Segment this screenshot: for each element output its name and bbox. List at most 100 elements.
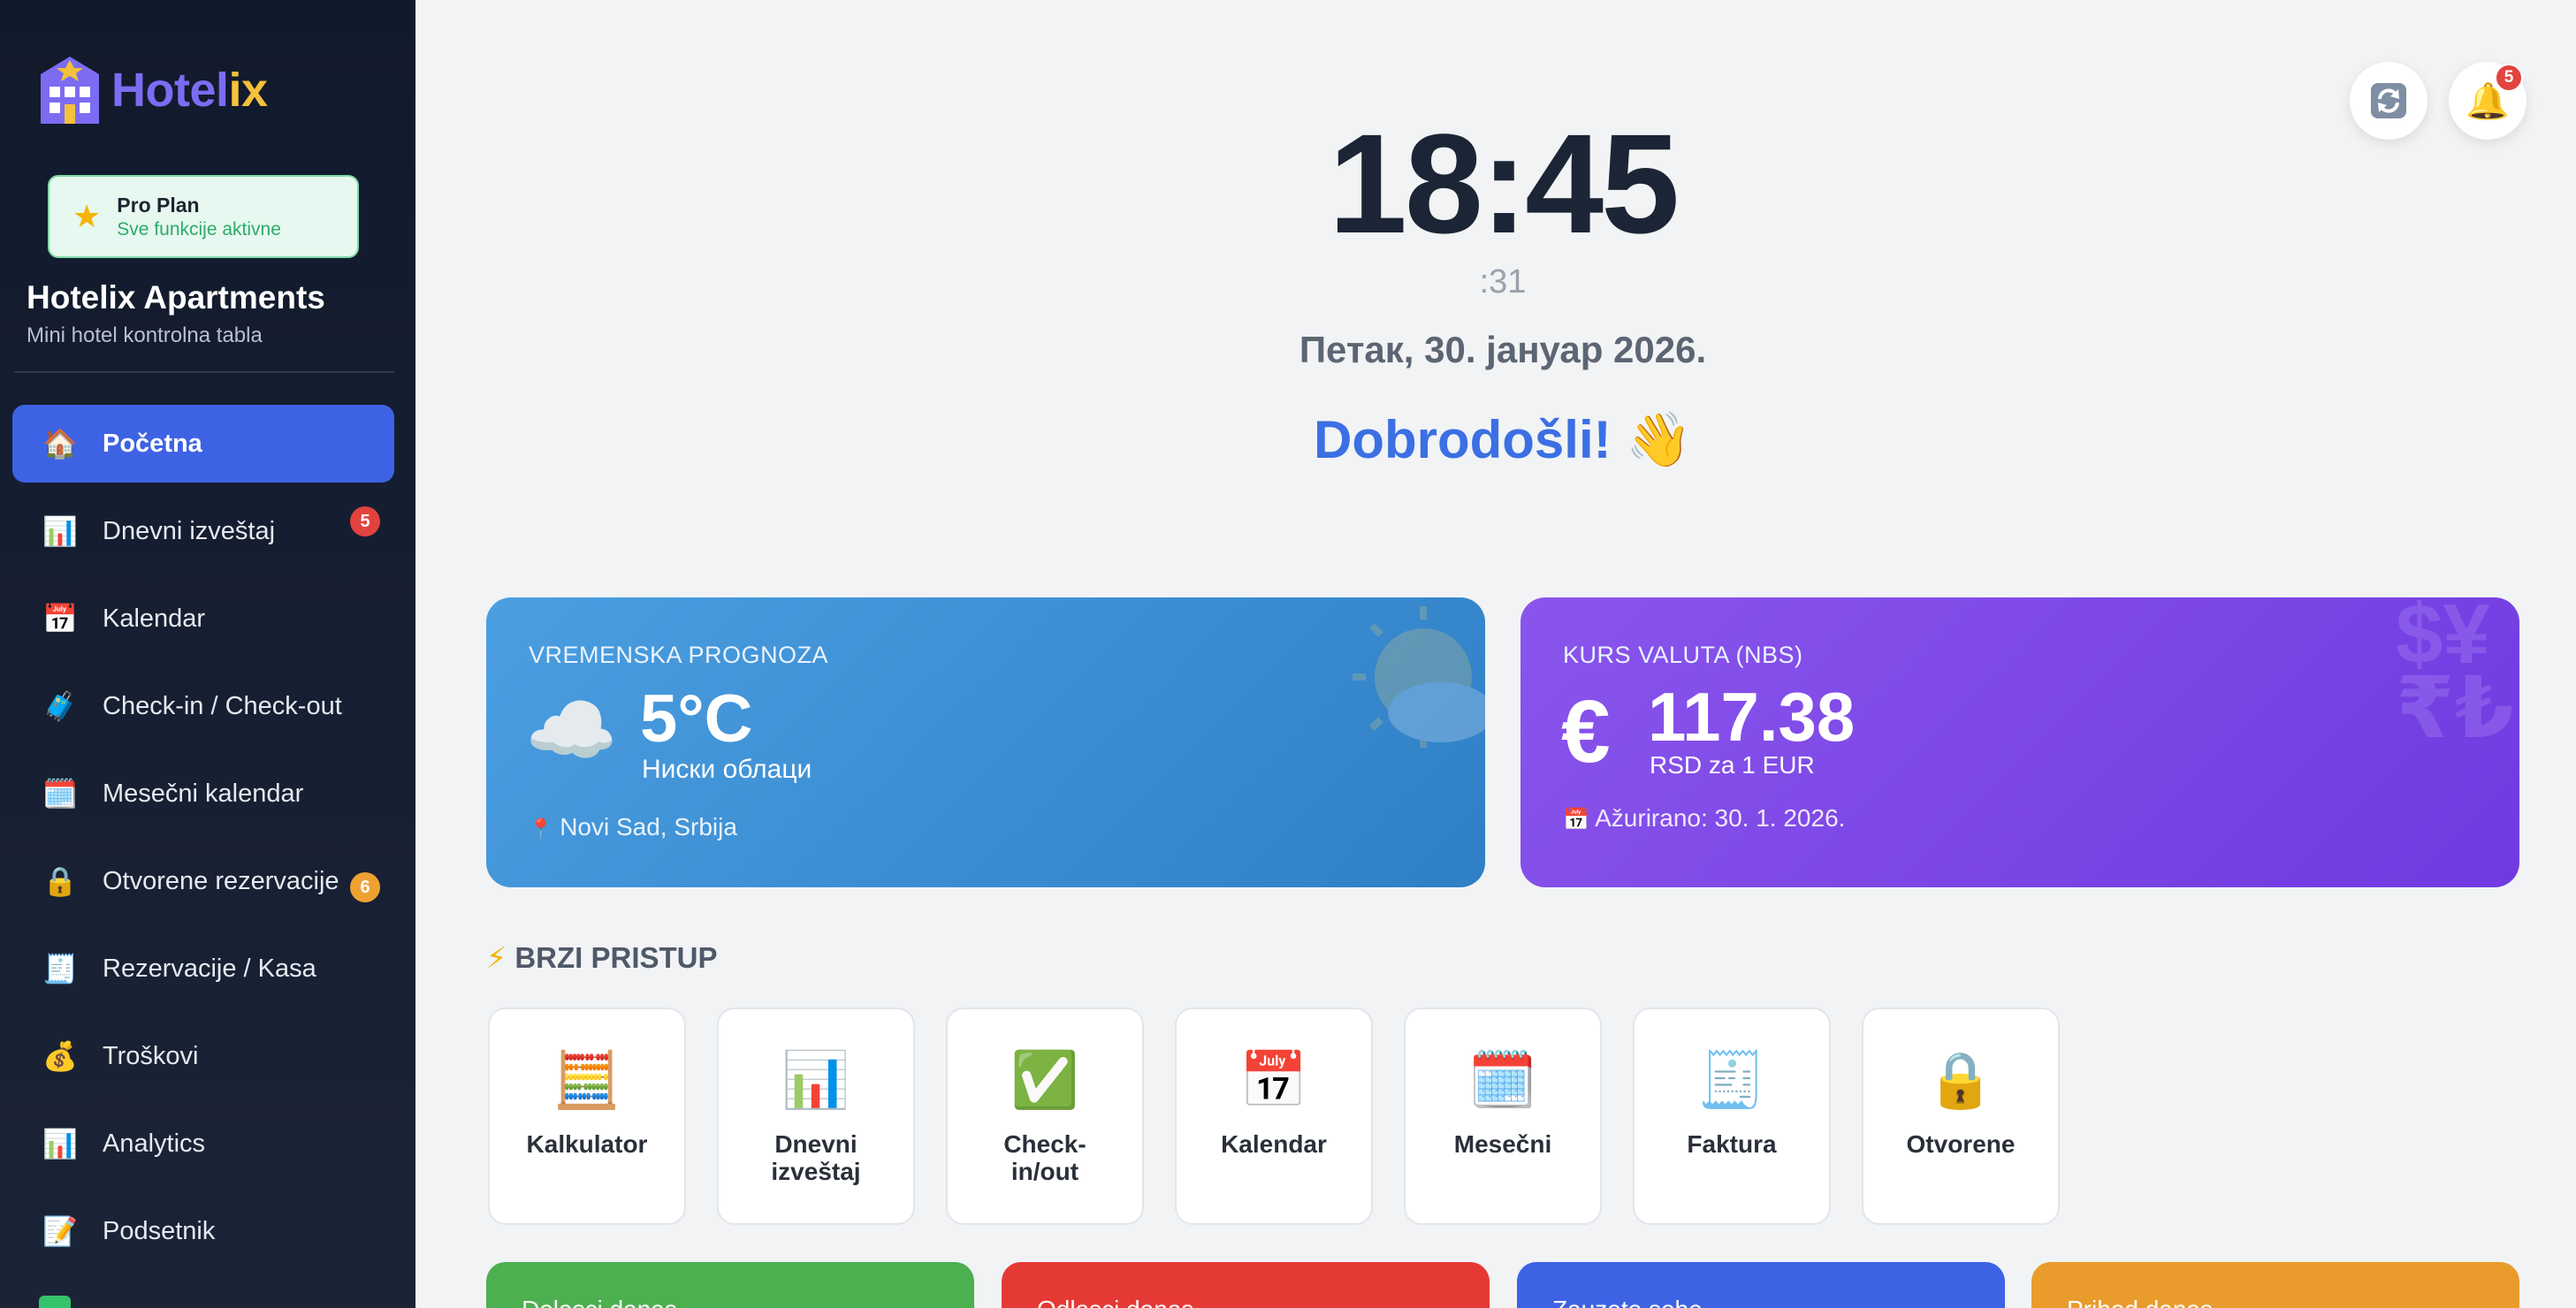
exchange-rate-unit: RSD za 1 EUR: [1650, 751, 1815, 779]
bar-chart-icon: 📊: [781, 1050, 850, 1111]
notifications-badge: 5: [2495, 64, 2523, 92]
refresh-button[interactable]: [2350, 62, 2427, 140]
sidebar-item-8[interactable]: 📊 Analytics: [12, 1105, 394, 1183]
stat-card-label: Zauzete sobe: [1552, 1296, 1703, 1308]
welcome-message: Dobrodošli! 👋: [1314, 410, 1692, 469]
bar-chart-icon: 📊: [42, 515, 78, 547]
plan-subtitle: Sve funkcije aktivne: [117, 218, 281, 240]
receipt-icon: 🧾: [1697, 1050, 1766, 1111]
clock-time: 18:45: [1328, 104, 1680, 262]
weather-condition: Ниски облаци: [642, 755, 812, 784]
stat-card-3[interactable]: Prihod danas: [2031, 1262, 2519, 1308]
logo[interactable]: Hotelix: [39, 55, 268, 125]
sidebar-item-label: Početna: [103, 429, 202, 458]
pro-plan-card[interactable]: ★ Pro Plan Sve funkcije aktivne: [48, 175, 359, 258]
sidebar-item-6[interactable]: 🧾 Rezervacije / Kasa: [12, 930, 394, 1008]
hotel-building-icon: [41, 57, 99, 124]
count-badge: 5: [350, 506, 380, 536]
calendar-icon: 📅: [1239, 1050, 1308, 1111]
sidebar-item-9[interactable]: 📝 Podsetnik: [12, 1192, 394, 1270]
sidebar-item-label: Dnevni izveštaj: [103, 516, 276, 545]
exchange-rate-value: 117.38: [1648, 678, 1856, 756]
stat-card-2[interactable]: Zauzete sobe: [1517, 1262, 2005, 1308]
spiral-calendar-icon: 🗓️: [1468, 1050, 1537, 1111]
weather-location: 📍 Novi Sad, Srbija: [529, 813, 737, 841]
quick-access-label: Otvorene: [1906, 1130, 2016, 1158]
plan-title: Pro Plan: [117, 193, 200, 217]
weather-label: VREMENSKA PROGNOZA: [529, 642, 829, 668]
refresh-icon: [2371, 83, 2406, 118]
sidebar-item-label: Kalendar: [103, 604, 206, 633]
quick-access-label: Check-in/out: [1003, 1130, 1086, 1185]
logo-text: Hotelix: [111, 63, 268, 118]
hotel-name: Hotelix Apartments: [27, 279, 325, 316]
euro-symbol: €: [1561, 682, 1611, 781]
quick-access-tile-5[interactable]: 🧾 Faktura: [1633, 1008, 1831, 1225]
analytics-icon: 📊: [42, 1128, 78, 1160]
stat-card-0[interactable]: Dolasci danas: [486, 1262, 974, 1308]
quick-access-label: Kalendar: [1221, 1130, 1327, 1158]
stat-card-1[interactable]: Odlasci danas: [1002, 1262, 1490, 1308]
lightning-icon: ⚡: [486, 941, 507, 974]
quick-access-tile-0[interactable]: 🧮 Kalkulator: [488, 1008, 686, 1225]
stat-card-label: Dolasci danas: [522, 1296, 677, 1308]
exchange-updated: 📅 Ažurirano: 30. 1. 2026.: [1563, 804, 1845, 833]
sidebar-item-label: Check-in / Check-out: [103, 691, 342, 720]
abacus-icon: 🧮: [553, 1050, 621, 1111]
sidebar-item-label: Troškovi: [103, 1041, 199, 1070]
sidebar-item-1[interactable]: 📊 Dnevni izveštaj 5: [12, 492, 394, 570]
home-icon: 🏠: [42, 428, 78, 460]
calendar-icon: 📅: [1563, 808, 1589, 832]
exchange-label: KURS VALUTA (NBS): [1563, 642, 1803, 668]
currency-decoration-icon: $¥ ₹₺: [2396, 597, 2514, 756]
check-mark-icon: ✅: [1010, 1050, 1079, 1111]
stat-card-label: Odlasci danas: [1037, 1296, 1193, 1308]
quick-access-label: Dnevni izveštaj: [771, 1130, 861, 1185]
quick-access-tile-3[interactable]: 📅 Kalendar: [1175, 1008, 1373, 1225]
sidebar-item-3[interactable]: 🧳 Check-in / Check-out: [12, 667, 394, 745]
sidebar-item-label: Mesečni kalendar: [103, 779, 304, 808]
sidebar-item-label: Podsetnik: [103, 1216, 216, 1245]
clock-seconds: :31: [1479, 263, 1527, 300]
sidebar-item-4[interactable]: 🗓️ Mesečni kalendar: [12, 755, 394, 833]
cloud-icon: ☁️: [525, 688, 618, 772]
lock-icon: 🔒: [1926, 1050, 1995, 1111]
sidebar: Hotelix ★ Pro Plan Sve funkcije aktivne …: [0, 0, 415, 1308]
clock-date: Петак, 30. јануар 2026.: [1299, 329, 1707, 370]
quick-access-tile-1[interactable]: 📊 Dnevni izveštaj: [717, 1008, 915, 1225]
quick-access-title: ⚡ BRZI PRISTUP: [486, 940, 718, 975]
quick-access-label: Mesečni: [1453, 1130, 1552, 1158]
temperature: 5°C: [640, 681, 753, 757]
logo-text-accent: ix: [228, 64, 269, 117]
updated-text: Ažurirano: 30. 1. 2026.: [1595, 804, 1846, 832]
pin-icon: 📍: [529, 818, 553, 840]
quick-access-tile-4[interactable]: 🗓️ Mesečni: [1404, 1008, 1602, 1225]
sidebar-item-0[interactable]: 🏠 Početna: [12, 405, 394, 483]
sidebar-item-2[interactable]: 📅 Kalendar: [12, 580, 394, 658]
quick-access-label: Kalkulator: [526, 1130, 648, 1158]
count-badge: 6: [350, 872, 380, 902]
receipt-icon: 🧾: [42, 953, 78, 985]
calendar-icon: 📅: [42, 603, 78, 635]
stat-card-label: Prihod danas: [2067, 1296, 2213, 1308]
sidebar-nav: 🏠 Početna 📊 Dnevni izveštaj 5 📅 Kalendar 🧳 Check…: [12, 405, 394, 1280]
sidebar-item-peek[interactable]: [39, 1296, 71, 1308]
sidebar-item-7[interactable]: 💰 Troškovi: [12, 1017, 394, 1095]
quick-access-title-text: BRZI PRISTUP: [514, 941, 718, 974]
luggage-icon: 🧳: [42, 690, 78, 722]
hotel-subtitle: Mini hotel kontrolna tabla: [27, 323, 263, 347]
lock-icon: 🔒: [42, 865, 78, 897]
notifications-button[interactable]: 🔔 5: [2449, 62, 2526, 140]
sidebar-item-label: Otvorene rezervacije: [103, 866, 339, 895]
sidebar-item-5[interactable]: 🔒 Otvorene rezervacije 6: [12, 842, 394, 920]
spiral-calendar-icon: 🗓️: [42, 778, 78, 810]
quick-access-tile-6[interactable]: 🔒 Otvorene: [1862, 1008, 2060, 1225]
exchange-rate-card[interactable]: $¥ ₹₺ KURS VALUTA (NBS) € 117.38 RSD za 1…: [1520, 597, 2519, 887]
sun-cloud-decoration-icon: [1353, 606, 1485, 748]
quick-access-label: Faktura: [1687, 1130, 1777, 1158]
logo-text-primary: Hotel: [111, 64, 229, 117]
quick-access-tile-2[interactable]: ✅ Check-in/out: [946, 1008, 1144, 1225]
sidebar-item-label: Rezervacije / Kasa: [103, 954, 316, 983]
weather-card[interactable]: VREMENSKA PROGNOZA ☁️ 5°C Ниски облаци 📍…: [486, 597, 1485, 887]
location-text: Novi Sad, Srbija: [560, 813, 737, 840]
